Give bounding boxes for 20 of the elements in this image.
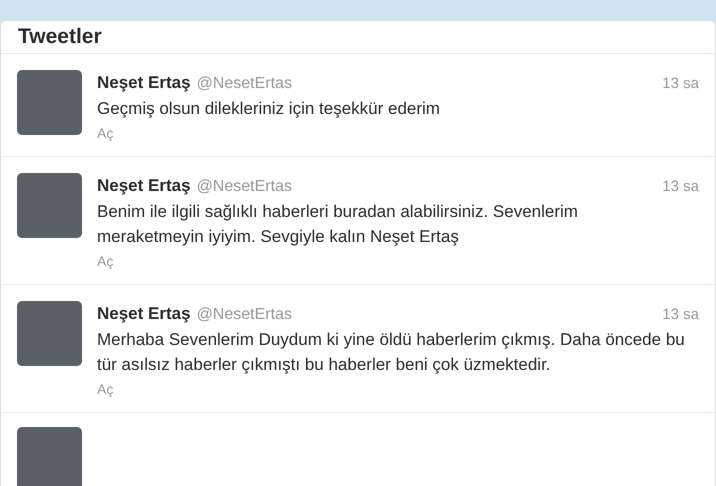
avatar-photo-placeholder[interactable] <box>17 300 82 366</box>
tweet-text: Geçmiş olsun dilekleriniz için teşekkür ederim <box>97 98 441 120</box>
tweet-text: Merhaba Sevenlerim Duydum ki yine öldü haberlerim çıkmış. Daha öncede bu tür asılsız haberler çıkmıştı bu haberler beni çok üzmektedir. <box>97 328 686 376</box>
tweet-time[interactable]: 13 sa <box>662 304 699 326</box>
user-handle[interactable]: @NesetErtas <box>196 302 292 326</box>
user-name[interactable]: Neşet Ertaş <box>97 70 191 95</box>
timeline-title: Tweetler <box>18 24 102 50</box>
avatar-photo-placeholder[interactable] <box>17 172 82 238</box>
avatar-photo-placeholder[interactable] <box>17 70 82 134</box>
expand-link[interactable]: Aç <box>97 122 114 144</box>
user-handle[interactable]: @NesetErtas <box>196 174 292 198</box>
expand-link[interactable]: Aç <box>97 378 114 400</box>
expand-link[interactable]: Aç <box>97 250 114 272</box>
avatar-photo-placeholder <box>17 426 82 486</box>
tweet-text: Benim ile ilgili sağlıklı haberleri buradan alabilirsiniz. Sevenlerim meraketmeyin iyiyim. Sevgiyle kalın Neşet Ertaş <box>97 200 579 248</box>
user-name[interactable]: Neşet Ertaş <box>97 172 191 198</box>
tweet-time[interactable]: 13 sa <box>662 72 699 95</box>
tweet-time[interactable]: 13 sa <box>662 176 699 198</box>
user-handle[interactable]: @NesetErtas <box>196 72 292 96</box>
user-name[interactable]: Neşet Ertaş <box>97 300 191 326</box>
